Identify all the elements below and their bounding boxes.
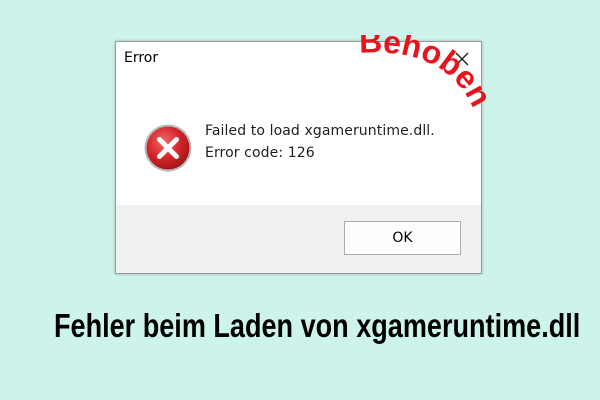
stamp-text: Behoben [359, 35, 499, 112]
dialog-title: Error [124, 50, 159, 66]
dialog-footer: OK [116, 205, 481, 273]
page-headline: Fehler beim Laden von xgameruntime.dll [54, 307, 581, 344]
error-icon [144, 124, 192, 172]
stamp-text-path: Behoben [359, 35, 499, 112]
ok-button[interactable]: OK [344, 221, 461, 255]
behoben-stamp: Behoben [359, 35, 499, 112]
